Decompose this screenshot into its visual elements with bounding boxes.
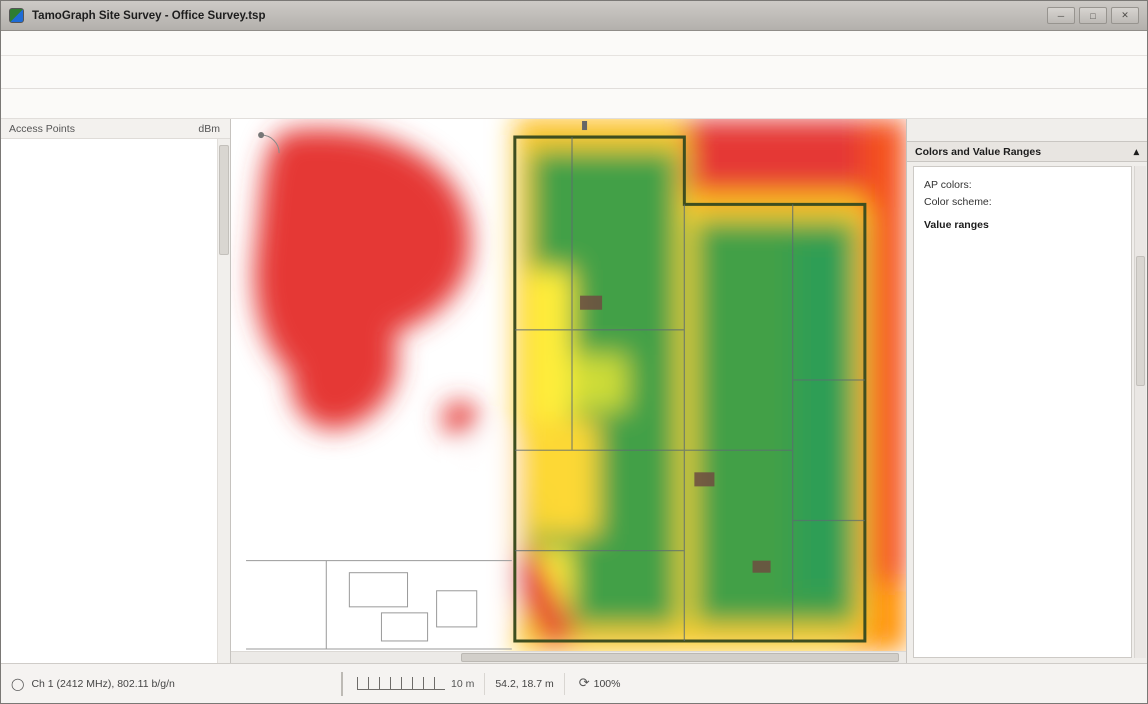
status-channel-text: Ch 1 (2412 MHz), 802.11 b/g/n bbox=[31, 678, 174, 690]
app-window: TamoGraph Site Survey - Office Survey.ts… bbox=[0, 0, 1148, 704]
ap-tree-scrollbar[interactable] bbox=[217, 139, 230, 663]
scale-ruler bbox=[357, 677, 445, 690]
signal-legend bbox=[341, 672, 343, 696]
zoom-level[interactable]: 100% bbox=[594, 678, 621, 690]
access-point-panel: Access Points dBm bbox=[1, 119, 231, 663]
cursor-position: 54.2, 18.7 m bbox=[495, 678, 553, 690]
heatmap-svg bbox=[231, 119, 906, 651]
map-canvas[interactable] bbox=[231, 119, 906, 651]
section-header[interactable]: Colors and Value Ranges ▴ bbox=[907, 142, 1147, 162]
collapse-icon[interactable]: ▴ bbox=[1134, 146, 1139, 158]
section-title: Colors and Value Ranges bbox=[915, 146, 1041, 158]
status-bar: ◯ Ch 1 (2412 MHz), 802.11 b/g/n 10 m 54.… bbox=[1, 663, 1147, 703]
menu-bar bbox=[1, 31, 1147, 56]
ap-list-header-name: Access Points bbox=[9, 123, 75, 135]
value-ranges-label: Value ranges bbox=[924, 219, 1121, 231]
window-title: TamoGraph Site Survey - Office Survey.ts… bbox=[32, 10, 1039, 22]
map-horizontal-scrollbar[interactable] bbox=[231, 651, 906, 663]
scale-label: 10 m bbox=[451, 678, 474, 690]
title-bar[interactable]: TamoGraph Site Survey - Office Survey.ts… bbox=[1, 1, 1147, 31]
ap-list-header[interactable]: Access Points dBm bbox=[1, 119, 230, 139]
window-controls: ─□✕ bbox=[1047, 7, 1139, 24]
app-icon bbox=[9, 8, 24, 23]
ap-tree bbox=[1, 139, 217, 663]
ap-list-header-value: dBm bbox=[198, 123, 220, 135]
status-channel: ◯ Ch 1 (2412 MHz), 802.11 b/g/n bbox=[11, 677, 341, 691]
options-body: AP colors: Color scheme: Value ranges bbox=[913, 166, 1132, 658]
main-toolbar bbox=[1, 56, 1147, 89]
radio-icon: ◯ bbox=[11, 677, 24, 691]
close-button[interactable]: ✕ bbox=[1111, 7, 1139, 24]
maximize-button[interactable]: □ bbox=[1079, 7, 1107, 24]
status-separator bbox=[484, 673, 485, 695]
options-scrollbar[interactable] bbox=[1134, 166, 1146, 658]
sync-icon[interactable]: ⟳ bbox=[579, 676, 590, 691]
ap-colors-label: AP colors: bbox=[924, 179, 1121, 191]
view-toolbar bbox=[1, 89, 1147, 119]
panel-tabs bbox=[907, 119, 1147, 142]
minimize-button[interactable]: ─ bbox=[1047, 7, 1075, 24]
options-scroll-thumb[interactable] bbox=[1136, 256, 1145, 386]
ap-tree-scroll-thumb[interactable] bbox=[219, 145, 229, 255]
map-scroll-thumb[interactable] bbox=[461, 653, 900, 662]
options-panel: Colors and Value Ranges ▴ AP colors: Col… bbox=[906, 119, 1147, 663]
floor-plan-map bbox=[231, 119, 906, 663]
status-separator bbox=[564, 673, 565, 695]
color-scheme-label: Color scheme: bbox=[924, 196, 1121, 208]
